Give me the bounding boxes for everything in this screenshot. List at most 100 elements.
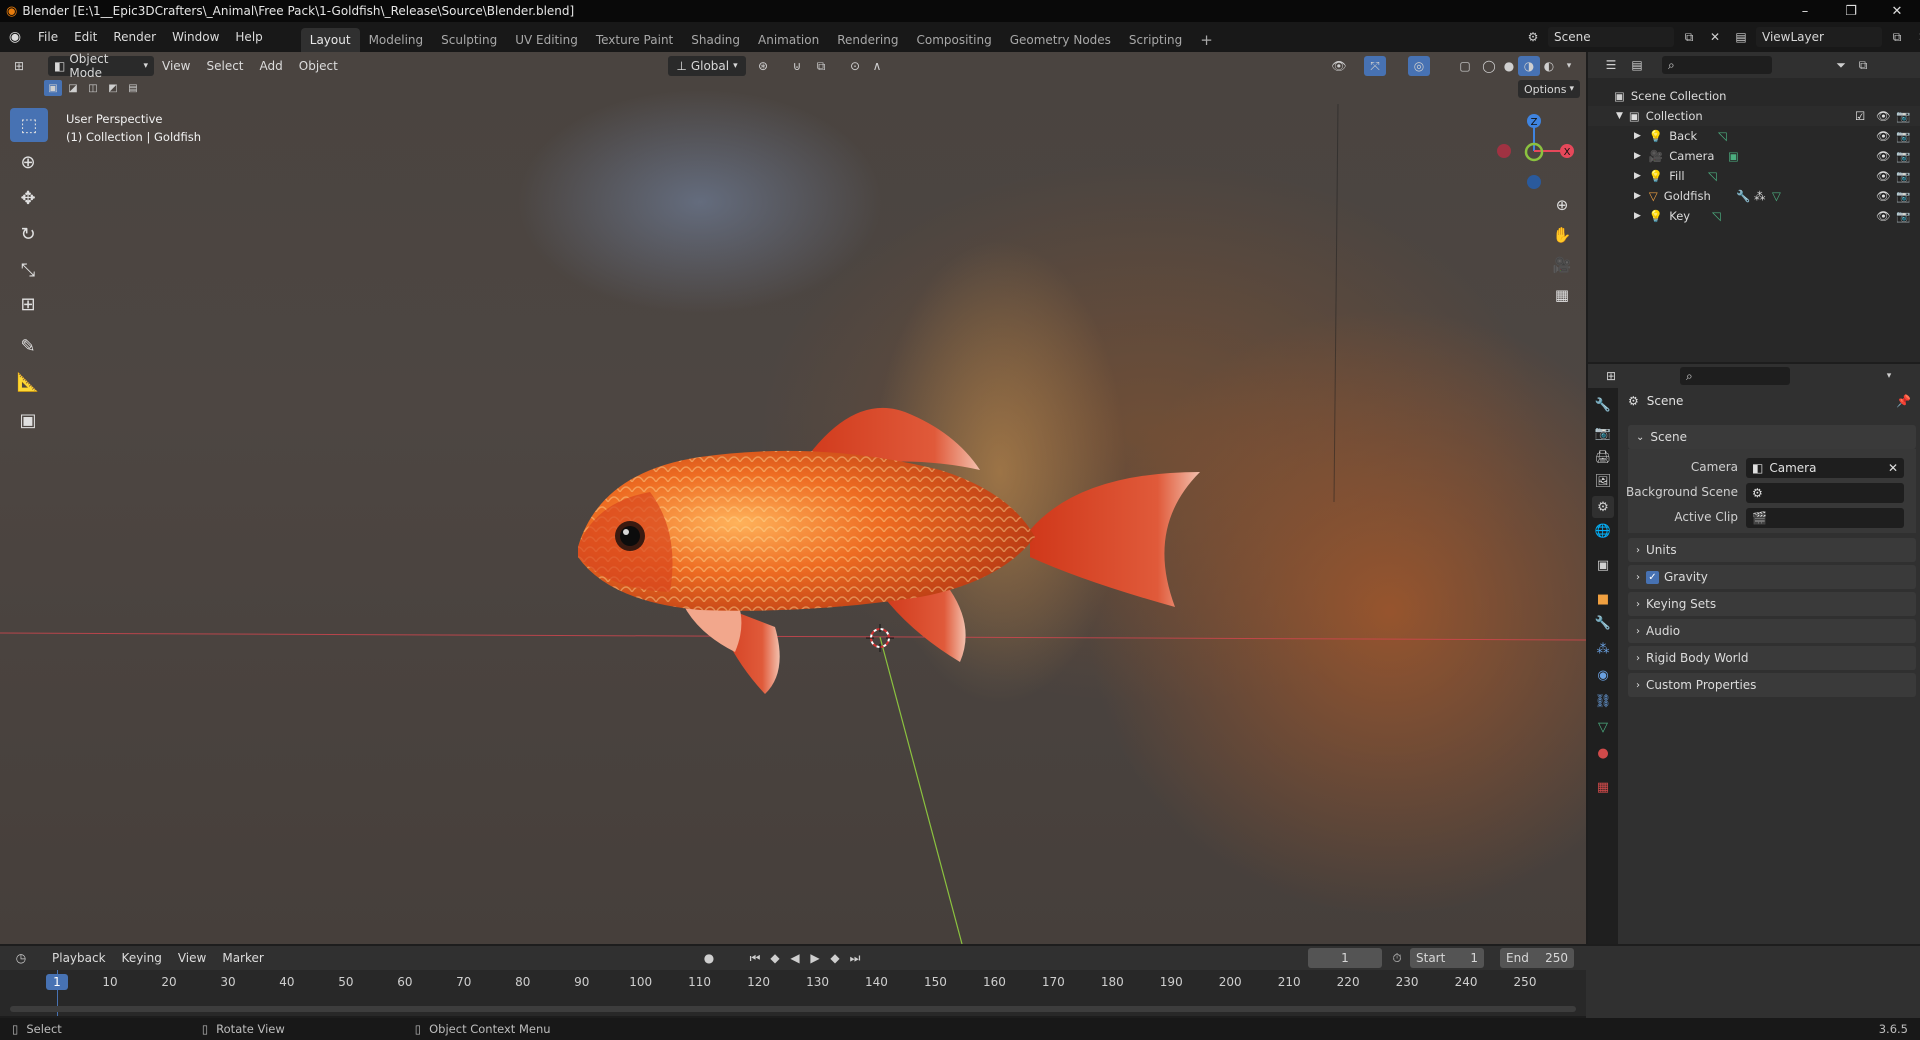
eye-icon[interactable]: 👁 [1876, 109, 1891, 123]
stopwatch-icon[interactable]: ⏱ [1386, 948, 1408, 968]
render-camera-icon[interactable]: 📷 [1896, 129, 1910, 143]
record-icon[interactable]: ● [698, 948, 720, 968]
keying-sets-panel-header[interactable]: › Keying Sets [1628, 592, 1916, 616]
scale-tool[interactable]: ⤡ [10, 254, 46, 286]
maximize-button[interactable]: ❐ [1828, 0, 1874, 22]
eye-icon[interactable]: 👁 [1876, 149, 1891, 163]
render-camera-icon[interactable]: 📷 [1896, 189, 1910, 203]
outliner-scene-collection[interactable]: ▣ Scene Collection [1588, 86, 1920, 106]
outliner-item-fill[interactable]: ▶ 💡 Fill ◹ 👁 📷 [1588, 166, 1920, 186]
object-tab-icon[interactable]: ■ [1592, 588, 1614, 610]
tab-rendering[interactable]: Rendering [828, 28, 907, 52]
modifier-tab-icon[interactable]: 🔧 [1592, 612, 1614, 634]
active-clip-field[interactable]: 🎬 [1746, 508, 1904, 528]
chevron-down-icon[interactable]: ▾ [1878, 366, 1900, 386]
eye-icon[interactable]: 👁 [1876, 169, 1891, 183]
timeline-menu-marker[interactable]: Marker [214, 946, 271, 970]
material-tab-icon[interactable]: ● [1592, 742, 1614, 764]
timeline-scrollbar[interactable] [10, 1006, 1576, 1012]
timeline-frames-area[interactable]: 1 10 20 30 40 50 60 70 80 90 100 110 120 130 140 150 160… [0, 970, 1586, 1016]
viewport-menu-object[interactable]: Object [291, 52, 346, 81]
viewport-menu-select[interactable]: Select [198, 52, 251, 81]
eye-icon[interactable]: 👁 [1876, 209, 1891, 223]
scene-selector-icon[interactable]: ⚙ [1522, 27, 1544, 47]
annotate-tool[interactable]: ✎ [10, 330, 46, 362]
play-reverse-icon[interactable]: ◀ [784, 948, 806, 968]
falloff-icon[interactable]: ∧ [866, 56, 888, 76]
viewport-menu-add[interactable]: Add [252, 52, 291, 81]
tab-geometry-nodes[interactable]: Geometry Nodes [1001, 28, 1120, 52]
select-extend-icon[interactable]: ◪ [64, 80, 82, 96]
tab-uv-editing[interactable]: UV Editing [506, 28, 587, 52]
render-camera-icon[interactable]: 📷 [1896, 169, 1910, 183]
blender-menu-icon[interactable]: ◉ [0, 29, 30, 45]
navigation-gizmo[interactable]: Z X [1488, 108, 1580, 198]
transform-orientation-dropdown[interactable]: ⊥ Global ▾ [668, 56, 746, 76]
jump-start-icon[interactable]: ⏮ [744, 948, 766, 968]
material-shading-icon[interactable]: ◑ [1518, 56, 1540, 76]
tab-texture-paint[interactable]: Texture Paint [587, 28, 682, 52]
new-collection-icon[interactable]: ⧉ [1852, 55, 1874, 75]
prev-keyframe-icon[interactable]: ◆ [764, 948, 786, 968]
select-box-tool[interactable]: ⬚ [10, 108, 48, 142]
editor-type-icon[interactable]: ⊞ [8, 56, 30, 76]
snap-icon[interactable]: ⊍ [786, 56, 808, 76]
wireframe-shading-icon[interactable]: ◯ [1478, 56, 1500, 76]
pan-hand-icon[interactable]: ✋ [1549, 222, 1575, 248]
tab-modeling[interactable]: Modeling [360, 28, 433, 52]
outliner-item-goldfish[interactable]: ▶ ▽ Goldfish 🔧 ⁂ ▽ 👁 📷 [1588, 186, 1920, 206]
tab-sculpting[interactable]: Sculpting [432, 28, 506, 52]
select-new-icon[interactable]: ▣ [44, 80, 62, 96]
measure-tool[interactable]: 📐 [10, 366, 46, 398]
viewlayer-selector-icon[interactable]: ▤ [1730, 27, 1752, 47]
snap-target-icon[interactable]: ⧉ [810, 56, 832, 76]
eye-icon[interactable]: 👁 [1876, 189, 1891, 203]
background-scene-field[interactable]: ⚙ [1746, 483, 1904, 503]
timeline-menu-playback[interactable]: Playback [44, 946, 114, 970]
texture-tab-icon[interactable]: ▦ [1592, 776, 1614, 798]
rendered-shading-icon[interactable]: ◐ [1538, 56, 1560, 76]
gizmo-toggle-icon[interactable]: ⤧ [1364, 56, 1386, 76]
particles-tab-icon[interactable]: ⁂ [1592, 638, 1614, 660]
render-camera-icon[interactable]: 📷 [1896, 109, 1910, 123]
outliner-collection[interactable]: ▼ ▣ Collection ☑ 👁 📷 [1588, 106, 1920, 126]
outliner-editor-type-icon[interactable]: ☰ [1600, 55, 1622, 75]
pivot-point-icon[interactable]: ⊛ [752, 56, 774, 76]
play-icon[interactable]: ▶ [804, 948, 826, 968]
camera-view-icon[interactable]: 🎥 [1549, 252, 1575, 278]
collection-tab-icon[interactable]: ▣ [1592, 554, 1614, 576]
menu-help[interactable]: Help [227, 22, 270, 52]
rotate-tool[interactable]: ↻ [10, 218, 46, 250]
outliner-item-camera[interactable]: ▶ 🎥 Camera ▣ 👁 📷 [1588, 146, 1920, 166]
scene-tab-icon[interactable]: ⚙ [1592, 496, 1614, 518]
eye-icon[interactable]: 👁 [1876, 129, 1891, 143]
overlay-toggle-icon[interactable]: ◎ [1408, 56, 1430, 76]
timeline-menu-keying[interactable]: Keying [114, 946, 170, 970]
menu-edit[interactable]: Edit [66, 22, 105, 52]
new-scene-icon[interactable]: ⧉ [1678, 27, 1700, 47]
outliner-item-back[interactable]: ▶ 💡 Back ◹ 👁 📷 [1588, 126, 1920, 146]
transform-tool[interactable]: ⊞ [10, 288, 46, 320]
minimize-button[interactable]: – [1782, 0, 1828, 22]
mode-dropdown[interactable]: ◧ Object Mode ▾ [48, 52, 154, 80]
gravity-checkbox[interactable]: ✓ [1646, 570, 1659, 584]
audio-panel-header[interactable]: › Audio [1628, 619, 1916, 643]
ortho-grid-icon[interactable]: ▦ [1549, 282, 1575, 308]
next-keyframe-icon[interactable]: ◆ [824, 948, 846, 968]
pin-icon[interactable]: 📌 [1896, 394, 1911, 408]
close-button[interactable]: ✕ [1874, 0, 1920, 22]
properties-search-input[interactable]: ⌕ [1680, 367, 1790, 385]
scene-panel-header[interactable]: ⌄ Scene [1628, 425, 1916, 449]
timeline-menu-view[interactable]: View [170, 946, 214, 970]
select-intersect-icon[interactable]: ▤ [124, 80, 142, 96]
viewlayer-name-field[interactable]: ViewLayer [1756, 27, 1882, 47]
tab-scripting[interactable]: Scripting [1120, 28, 1191, 52]
menu-window[interactable]: Window [164, 22, 227, 52]
output-tab-icon[interactable]: 🖨 [1592, 446, 1614, 468]
current-frame-field[interactable]: 1 [1308, 948, 1382, 968]
tab-animation[interactable]: Animation [749, 28, 828, 52]
move-tool[interactable]: ✥ [10, 182, 46, 214]
render-camera-icon[interactable]: 📷 [1896, 209, 1910, 223]
exclude-checkbox[interactable]: ☑ [1855, 109, 1865, 123]
xray-toggle-icon[interactable]: ▢ [1454, 56, 1476, 76]
